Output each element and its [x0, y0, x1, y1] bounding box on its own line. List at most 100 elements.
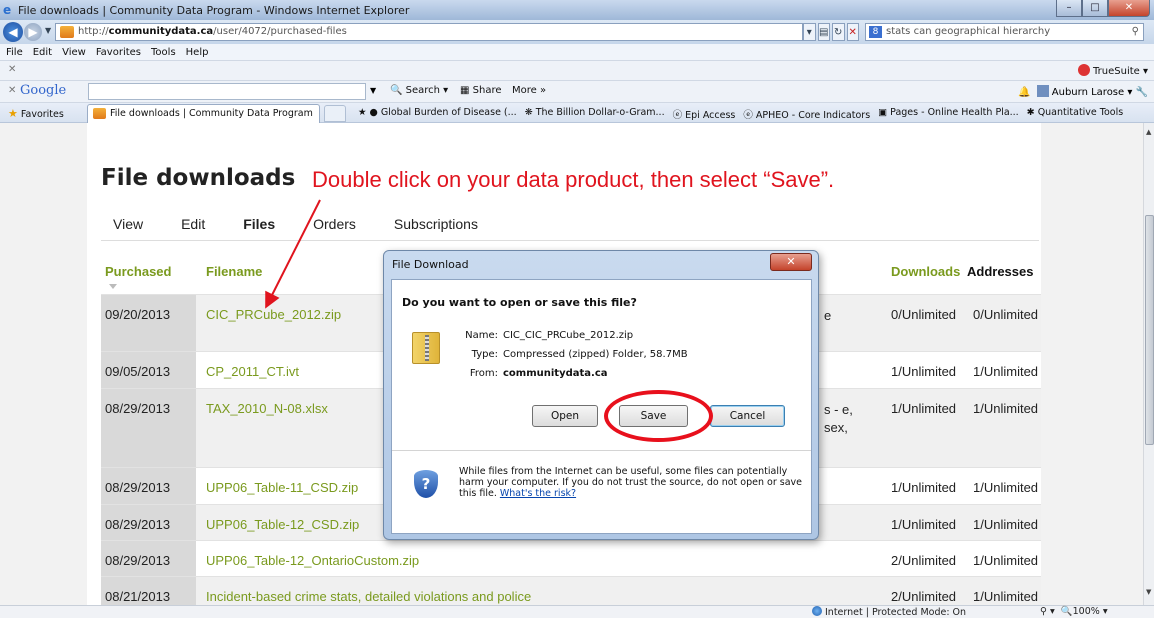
scroll-up-icon[interactable]: ▲	[1146, 128, 1151, 136]
new-tab-button[interactable]	[324, 105, 346, 122]
favorites-bar: ★ Favorites File downloads | Community D…	[0, 103, 1154, 123]
tab-subscriptions[interactable]: Subscriptions	[394, 216, 478, 232]
favorite-link-label: APHEO - Core Indicators	[755, 110, 871, 121]
row-date-cell: 08/29/2013	[101, 541, 196, 576]
favorite-link-epi[interactable]: ⓔ Epi Access	[673, 107, 736, 121]
url-actions: ▾ ▤ ↻ ✕	[803, 23, 859, 41]
row-file-link[interactable]: CIC_PRCube_2012.zip	[206, 307, 341, 322]
tab-orders[interactable]: Orders	[313, 216, 356, 232]
refresh-icon[interactable]: ↻	[832, 23, 845, 41]
row-date-cell: 08/29/2013	[101, 505, 196, 540]
menu-item-view[interactable]: View	[62, 47, 86, 58]
tab-title: File downloads | Community Data Program	[110, 108, 313, 119]
ie-window: e File downloads | Community Data Progra…	[0, 0, 1154, 618]
menu-item-edit[interactable]: Edit	[33, 47, 52, 58]
row-date-cell: 08/29/2013	[101, 389, 196, 467]
menu-item-favorites[interactable]: Favorites	[96, 47, 141, 58]
favorites-label: Favorites	[20, 109, 64, 120]
google-user-button[interactable]: 🔔 Auburn Larose ▾ 🔧	[1018, 85, 1148, 98]
minimize-button[interactable]: –	[1056, 0, 1082, 17]
avatar	[1036, 85, 1049, 97]
favorite-link-billion[interactable]: ❋ The Billion Dollar-o-Gram...	[525, 107, 665, 121]
close-google-toolbar-icon[interactable]: ✕	[8, 85, 16, 96]
search-input[interactable]: 8 stats can geographical hierarchy ⚲	[865, 23, 1144, 41]
dialog-question: Do you want to open or save this file?	[402, 296, 637, 309]
row-addresses: 1/Unlimited	[973, 517, 1039, 532]
dialog-warning: While files from the Internet can be use…	[459, 466, 809, 499]
google-share-button[interactable]: ▦ Share	[460, 85, 502, 96]
column-addresses: Addresses	[967, 264, 1034, 279]
tab-files[interactable]: Files	[243, 216, 275, 232]
table-row: 08/21/2013 Incident-based crime stats, d…	[101, 576, 1041, 605]
row-file-link[interactable]: UPP06_Table-11_CSD.zip	[206, 480, 358, 495]
stop-icon[interactable]: ✕	[846, 23, 859, 41]
tab-divider	[101, 240, 1039, 241]
zone-text: Internet | Protected Mode: On	[825, 607, 967, 618]
google-dropdown-icon[interactable]: ▼	[370, 86, 376, 95]
row-file-link[interactable]: Incident-based crime stats, detailed vio…	[206, 589, 531, 604]
google-search-input[interactable]	[88, 83, 366, 100]
close-toolbar-icon[interactable]: ✕	[8, 64, 16, 75]
close-window-button[interactable]: ✕	[1108, 0, 1150, 17]
back-button[interactable]: ◀	[3, 22, 23, 42]
favorite-link-label: The Billion Dollar-o-Gram...	[535, 107, 665, 118]
favorites-links: ★ ● Global Burden of Disease (... ❋ The …	[358, 107, 1123, 121]
row-file-link[interactable]: CP_2011_CT.ivt	[206, 364, 299, 379]
google-more-button[interactable]: More »	[512, 85, 546, 96]
favorite-link-pages[interactable]: ▣ Pages - Online Health Pla...	[878, 107, 1019, 121]
zoom-level: 100%	[1072, 606, 1100, 617]
favorite-link-quant[interactable]: ✱ Quantitative Tools	[1027, 107, 1124, 121]
tab-view[interactable]: View	[113, 216, 143, 232]
menu-item-file[interactable]: File	[6, 47, 23, 58]
dialog-body: Do you want to open or save this file? N…	[391, 279, 812, 534]
url-field[interactable]: http://communitydata.ca/user/4072/purcha…	[55, 23, 803, 41]
url-dropdown-icon[interactable]: ▾	[803, 23, 816, 41]
tab-edit[interactable]: Edit	[181, 216, 205, 232]
cancel-button[interactable]: Cancel	[710, 405, 785, 427]
row-date: 08/29/2013	[105, 480, 171, 495]
row-date-cell: 08/29/2013	[101, 468, 196, 504]
window-title: File downloads | Community Data Program …	[18, 4, 410, 17]
dialog-close-button[interactable]: ✕	[770, 253, 812, 271]
annotation-circle	[604, 390, 713, 442]
row-file-link[interactable]: UPP06_Table-12_OntarioCustom.zip	[206, 553, 419, 568]
menu-item-tools[interactable]: Tools	[151, 47, 176, 58]
security-zone[interactable]: Internet | Protected Mode: On	[812, 606, 966, 618]
address-bar: ◀ ▶ ▼ http://communitydata.ca/user/4072/…	[0, 20, 1154, 44]
truesuite-button[interactable]: TrueSuite ▾	[1078, 64, 1148, 77]
vertical-scrollbar[interactable]: ▲ ▼	[1143, 123, 1154, 605]
history-dropdown-icon[interactable]: ▼	[45, 26, 51, 35]
url-path: /user/4072/purchased-files	[213, 26, 347, 37]
row-addresses: 1/Unlimited	[973, 401, 1039, 416]
search-icon[interactable]: ⚲	[1132, 24, 1139, 40]
row-file-link[interactable]: UPP06_Table-12_CSD.zip	[206, 517, 359, 532]
maximize-button[interactable]: □	[1082, 0, 1108, 17]
scroll-thumb[interactable]	[1145, 215, 1154, 445]
url-host: communitydata.ca	[108, 26, 214, 37]
open-button[interactable]: Open	[532, 405, 598, 427]
google-search-label: Search	[405, 85, 440, 96]
favorites-button[interactable]: ★ Favorites	[8, 107, 64, 120]
file-name-line: Name: CIC_CIC_PRCube_2012.zip	[464, 330, 633, 341]
browser-tab-active[interactable]: File downloads | Community Data Program	[87, 104, 320, 123]
scroll-down-icon[interactable]: ▼	[1146, 588, 1151, 596]
row-date: 08/29/2013	[105, 553, 171, 568]
column-purchased[interactable]: Purchased	[105, 264, 171, 279]
column-filename[interactable]: Filename	[206, 264, 262, 279]
row-date: 09/05/2013	[105, 364, 171, 379]
row-file-link[interactable]: TAX_2010_N-08.xlsx	[206, 401, 328, 416]
favorite-link-label: Pages - Online Health Pla...	[890, 107, 1019, 118]
forward-button[interactable]: ▶	[24, 23, 42, 41]
zoom-control[interactable]: ⚲ ▾ 🔍100% ▾	[1040, 606, 1108, 617]
risk-link[interactable]: What's the risk?	[500, 488, 576, 499]
menu-item-help[interactable]: Help	[186, 47, 209, 58]
internet-zone-icon	[812, 606, 822, 616]
compat-view-icon[interactable]: ▤	[817, 23, 830, 41]
favorite-link-gbd[interactable]: ★ ● Global Burden of Disease (...	[358, 107, 517, 121]
row-addresses: 1/Unlimited	[973, 364, 1039, 379]
type-value: Compressed (zipped) Folder, 58.7MB	[503, 349, 688, 360]
column-downloads[interactable]: Downloads	[891, 264, 960, 279]
favorite-link-apheo[interactable]: ⓔ APHEO - Core Indicators	[743, 107, 870, 121]
site-favicon-icon	[60, 26, 74, 38]
google-search-button[interactable]: 🔍 Search ▾	[390, 85, 448, 96]
